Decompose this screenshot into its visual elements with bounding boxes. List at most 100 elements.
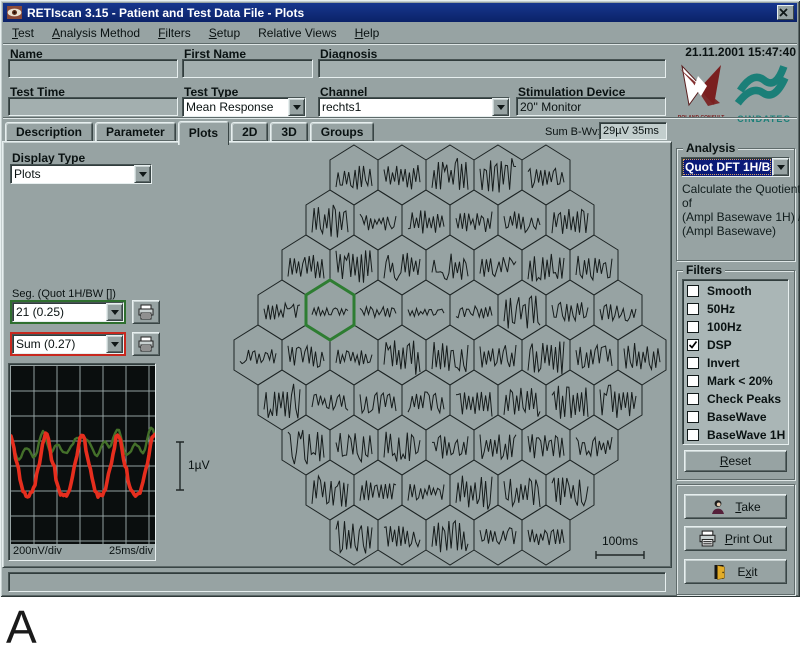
seg-combo1-dropdown-button[interactable] <box>106 303 123 321</box>
hex-trace <box>480 345 516 367</box>
datetime-text: 21.11.2001 15:47:40 <box>640 45 796 59</box>
hex-trace <box>528 342 564 375</box>
display-type-dropdown-button[interactable] <box>134 165 151 183</box>
hex-trace <box>264 384 300 418</box>
analysis-value: Quot DFT 1H/B <box>682 158 772 176</box>
menu-test[interactable]: Test <box>3 24 43 42</box>
filter-mark-20-[interactable]: Mark < 20% <box>683 372 788 390</box>
printer-icon <box>699 530 716 547</box>
take-button[interactable]: Take <box>684 494 787 519</box>
hex-trace <box>480 257 516 277</box>
filter-50hz[interactable]: 50Hz <box>683 300 788 318</box>
hex-trace <box>432 436 468 459</box>
first-name-input[interactable] <box>182 59 313 78</box>
diagnosis-input[interactable] <box>318 59 666 78</box>
green-trace <box>11 428 155 460</box>
channel-select[interactable]: rechts1 <box>318 97 510 117</box>
name-input[interactable] <box>8 59 178 78</box>
menu-filters[interactable]: Filters <box>149 24 200 42</box>
filter-label: Smooth <box>707 284 752 298</box>
checkbox-icon[interactable] <box>687 303 699 315</box>
tab-groups[interactable]: Groups <box>310 122 375 142</box>
hex-segment[interactable] <box>234 325 282 385</box>
time-scale-bar <box>596 551 644 559</box>
seg1-print-button[interactable] <box>132 300 160 324</box>
hex-trace <box>360 214 396 230</box>
tab-description[interactable]: Description <box>5 122 93 142</box>
checkbox-icon[interactable] <box>687 375 699 387</box>
hex-trace <box>576 345 612 368</box>
reset-button[interactable]: Reset <box>684 450 787 472</box>
hex-trace <box>504 212 540 233</box>
person-icon <box>710 499 726 515</box>
hex-trace <box>312 394 348 410</box>
checkbox-icon[interactable] <box>687 429 699 441</box>
hex-segment[interactable] <box>258 280 306 340</box>
filter-basewave-1h[interactable]: BaseWave 1H <box>683 426 788 444</box>
hex-trace <box>600 385 636 418</box>
filter-basewave[interactable]: BaseWave <box>683 408 788 426</box>
test-time-input[interactable] <box>8 97 178 116</box>
test-type-select[interactable]: Mean Response <box>182 97 306 117</box>
hex-trace <box>312 307 348 316</box>
filter-100hz[interactable]: 100Hz <box>683 318 788 336</box>
analysis-select[interactable]: Quot DFT 1H/B <box>681 157 790 177</box>
filter-invert[interactable]: Invert <box>683 354 788 372</box>
seg-combo2[interactable]: Sum (0.27) <box>12 334 124 354</box>
seg2-print-button[interactable] <box>132 332 160 356</box>
hex-trace <box>336 350 372 366</box>
hex-trace <box>408 484 444 501</box>
filter-smooth[interactable]: Smooth <box>683 282 788 300</box>
hex-trace <box>456 212 492 232</box>
close-button[interactable] <box>777 5 794 20</box>
roland-consult-icon <box>674 60 728 110</box>
channel-dropdown-button[interactable] <box>492 98 509 116</box>
filter-label: Invert <box>707 356 740 370</box>
menu-relative-views[interactable]: Relative Views <box>249 24 345 42</box>
segment-waveform-plot: 200nV/div 25ms/div <box>8 363 156 561</box>
seg-combo1[interactable]: 21 (0.25) <box>12 302 124 322</box>
tab-3d[interactable]: 3D <box>270 122 307 142</box>
analysis-dropdown-button[interactable] <box>772 158 789 176</box>
menu-analysis-method[interactable]: Analysis Method <box>43 24 149 42</box>
hex-trace <box>384 340 420 374</box>
menu-help[interactable]: Help <box>346 24 389 42</box>
roland-consult-logo: ROLAND CONSULT <box>674 60 728 121</box>
filter-check-peaks[interactable]: Check Peaks <box>683 390 788 408</box>
filters-list: Smooth 50Hz100HzDSP Invert Mark < 20%Check … <box>682 279 789 445</box>
analysis-description-line: (Ampl Basewave) <box>682 224 800 238</box>
test-type-dropdown-button[interactable] <box>288 98 305 116</box>
reset-button-label: Reset <box>720 454 751 468</box>
display-type-select[interactable]: Plots <box>10 164 152 184</box>
hex-trace <box>456 476 492 510</box>
hex-trace <box>384 165 420 189</box>
tab-parameter[interactable]: Parameter <box>95 122 176 142</box>
channel-value: rechts1 <box>319 98 492 116</box>
hex-trace <box>456 306 492 318</box>
seg-combo2-dropdown-button[interactable] <box>106 335 123 353</box>
seg-label: Seg. (Quot 1H/BW []) <box>12 288 116 300</box>
hex-trace <box>576 256 612 280</box>
checkbox-icon[interactable] <box>687 393 699 405</box>
hex-field[interactable] <box>160 142 672 568</box>
hex-trace <box>480 435 516 460</box>
tab-2d[interactable]: 2D <box>231 122 268 142</box>
checkbox-icon[interactable] <box>687 285 699 297</box>
hex-trace <box>312 476 348 507</box>
exit-button-label: Exit <box>737 565 757 579</box>
filter-dsp[interactable]: DSP <box>683 336 788 354</box>
checkbox-icon[interactable] <box>687 357 699 369</box>
hex-trace <box>504 296 540 329</box>
checkbox-icon[interactable] <box>687 339 699 351</box>
menu-setup[interactable]: Setup <box>200 24 249 42</box>
print-out-button[interactable]: Print Out <box>684 526 787 551</box>
checkbox-icon[interactable] <box>687 411 699 423</box>
title-bar[interactable]: RETIscan 3.15 - Patient and Test Data Fi… <box>3 3 797 22</box>
tab-plots[interactable]: Plots <box>178 121 229 145</box>
display-type-value: Plots <box>11 165 134 183</box>
hex-trace <box>552 302 588 321</box>
hex-trace <box>480 528 516 544</box>
checkbox-icon[interactable] <box>687 321 699 333</box>
hex-trace <box>408 210 444 233</box>
exit-button[interactable]: Exit <box>684 559 787 584</box>
